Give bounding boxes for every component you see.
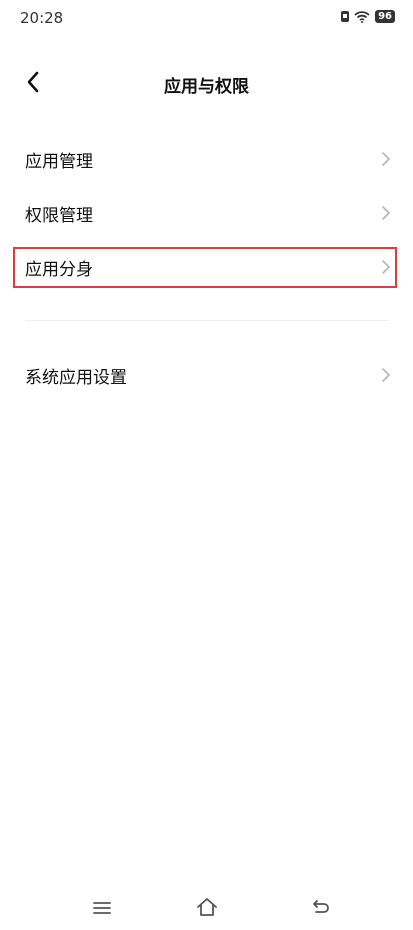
chevron-right-icon — [381, 151, 391, 167]
battery-badge: 96 — [375, 10, 395, 23]
chevron-right-icon — [381, 259, 391, 275]
menu-item-app-clone[interactable]: 应用分身 — [0, 240, 413, 294]
back-icon[interactable] — [310, 898, 330, 918]
menu-item-system-app-settings[interactable]: 系统应用设置 — [0, 348, 413, 402]
menu-item-label: 权限管理 — [25, 206, 93, 226]
app-permission-menu: 应用管理 权限管理 应用分身 — [0, 132, 413, 294]
status-bar: 20:28 96 — [0, 0, 413, 36]
status-icons: 96 — [341, 10, 395, 23]
menu-item-permission-management[interactable]: 权限管理 — [0, 186, 413, 240]
menu-item-label: 应用分身 — [25, 260, 93, 280]
chevron-right-icon — [381, 367, 391, 383]
home-icon[interactable] — [195, 896, 219, 918]
chevron-right-icon — [381, 205, 391, 221]
navigation-bar — [0, 884, 413, 930]
menu-item-app-management[interactable]: 应用管理 — [0, 132, 413, 186]
page-title: 应用与权限 — [164, 77, 249, 97]
status-time: 20:28 — [20, 9, 64, 27]
wifi-icon — [354, 10, 370, 23]
menu-item-label: 应用管理 — [25, 152, 93, 172]
header: 应用与权限 — [0, 56, 413, 112]
system-section: 系统应用设置 — [0, 348, 413, 402]
section-divider — [25, 320, 388, 321]
menu-icon[interactable] — [92, 900, 112, 916]
menu-item-label: 系统应用设置 — [25, 368, 127, 388]
sim-icon — [341, 11, 350, 22]
